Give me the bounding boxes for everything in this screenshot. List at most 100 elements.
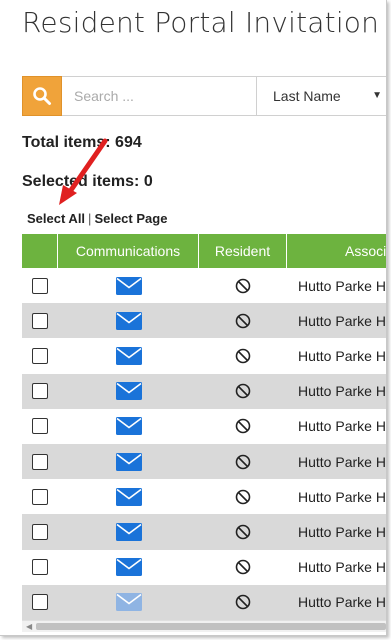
envelope-icon[interactable] xyxy=(115,417,142,436)
selection-links: Select All | Select Page xyxy=(27,211,167,226)
row-checkbox[interactable] xyxy=(32,383,48,400)
table-row[interactable]: Hutto Parke H xyxy=(22,268,386,304)
sort-select[interactable]: Last Name ▼ xyxy=(257,76,386,116)
search-input[interactable] xyxy=(62,76,257,116)
search-bar: Last Name ▼ xyxy=(22,76,386,116)
communications-cell xyxy=(58,374,199,409)
communications-cell xyxy=(58,444,199,479)
select-all-link[interactable]: Select All xyxy=(27,211,85,226)
row-checkbox-cell xyxy=(22,444,58,479)
header-checkbox-column xyxy=(22,234,58,268)
row-checkbox-cell xyxy=(22,374,58,409)
communications-cell xyxy=(58,514,199,549)
resident-cell xyxy=(199,585,287,620)
envelope-icon[interactable] xyxy=(115,346,142,365)
association-cell: Hutto Parke H xyxy=(298,594,386,611)
association-cell: Hutto Parke H xyxy=(298,523,386,540)
association-cell: Hutto Parke H xyxy=(298,488,386,505)
ban-icon xyxy=(235,348,251,364)
envelope-icon[interactable] xyxy=(115,593,142,612)
portal-frame: Resident Portal Invitation Last Name ▼ T… xyxy=(0,0,387,636)
ban-icon xyxy=(235,419,251,434)
table-row[interactable]: Hutto Parke H xyxy=(22,479,386,515)
resident-cell xyxy=(199,444,287,479)
row-checkbox[interactable] xyxy=(32,453,48,470)
association-cell: Hutto Parke H xyxy=(298,383,386,400)
envelope-icon[interactable] xyxy=(115,452,142,471)
envelope-icon[interactable] xyxy=(115,311,142,330)
envelope-icon[interactable] xyxy=(115,276,142,295)
association-cell: Hutto Parke H xyxy=(298,559,386,576)
row-checkbox-cell xyxy=(22,585,58,620)
row-checkbox[interactable] xyxy=(32,488,48,505)
association-cell: Hutto Parke H xyxy=(298,418,386,435)
row-checkbox[interactable] xyxy=(32,523,48,540)
ban-icon xyxy=(235,278,251,293)
row-checkbox[interactable] xyxy=(32,312,48,329)
ban-icon xyxy=(235,313,251,329)
row-checkbox-cell xyxy=(22,514,58,549)
association-cell: Hutto Parke H xyxy=(298,312,386,329)
communications-cell xyxy=(58,338,199,373)
table-row[interactable]: Hutto Parke H xyxy=(22,303,386,339)
resident-cell xyxy=(199,374,287,409)
envelope-icon[interactable] xyxy=(115,522,142,541)
communications-cell xyxy=(58,585,199,620)
red-arrow-annotation xyxy=(59,138,108,205)
table-body: Hutto Parke H Hutto Parke H Hutto Parke H H… xyxy=(22,268,386,620)
association-cell: Hutto Parke H xyxy=(298,347,386,364)
ban-icon xyxy=(235,383,251,399)
row-checkbox-cell xyxy=(22,268,58,303)
table-row[interactable]: Hutto Parke H xyxy=(22,549,386,585)
scroll-left-arrow-icon[interactable]: ◀ xyxy=(26,622,32,631)
row-checkbox-cell xyxy=(22,303,58,338)
scrollbar-thumb[interactable] xyxy=(36,623,386,630)
table-row[interactable]: Hutto Parke H xyxy=(22,338,386,374)
header-communications[interactable]: Communications xyxy=(58,234,199,268)
table-row[interactable]: Hutto Parke H xyxy=(22,408,386,444)
row-checkbox-cell xyxy=(22,338,58,373)
envelope-icon[interactable] xyxy=(115,487,142,506)
resident-cell xyxy=(199,409,287,444)
selection-separator: | xyxy=(88,211,92,226)
search-button[interactable] xyxy=(22,76,62,116)
header-resident[interactable]: Resident xyxy=(199,234,287,268)
table-row[interactable]: Hutto Parke H xyxy=(22,373,386,409)
row-checkbox-cell xyxy=(22,409,58,444)
select-page-link[interactable]: Select Page xyxy=(94,211,167,226)
ban-icon xyxy=(235,524,251,540)
caret-down-icon: ▼ xyxy=(372,90,382,101)
table-row[interactable]: Hutto Parke H xyxy=(22,443,386,480)
communications-cell xyxy=(58,268,199,303)
row-checkbox[interactable] xyxy=(32,347,48,364)
communications-cell xyxy=(58,409,199,444)
horizontal-scrollbar[interactable]: ◀ xyxy=(22,620,386,632)
search-icon xyxy=(33,87,51,105)
ban-icon xyxy=(235,489,251,505)
row-checkbox-cell xyxy=(22,550,58,585)
row-checkbox-cell xyxy=(22,479,58,514)
header-association[interactable]: Associ xyxy=(287,234,386,268)
resident-cell xyxy=(199,514,287,549)
row-checkbox[interactable] xyxy=(32,277,48,294)
row-checkbox[interactable] xyxy=(32,418,48,435)
envelope-icon[interactable] xyxy=(115,558,142,577)
ban-icon xyxy=(235,559,251,575)
envelope-icon[interactable] xyxy=(115,382,142,401)
resident-cell xyxy=(199,479,287,514)
table-row[interactable]: Hutto Parke H xyxy=(22,584,386,620)
resident-cell xyxy=(199,268,287,303)
resident-cell xyxy=(199,303,287,338)
communications-cell xyxy=(58,303,199,338)
resident-cell xyxy=(199,338,287,373)
table-header: Communications Resident Associ xyxy=(22,234,386,268)
communications-cell xyxy=(58,550,199,585)
ban-icon xyxy=(235,454,251,469)
row-checkbox[interactable] xyxy=(32,594,48,611)
communications-cell xyxy=(58,479,199,514)
association-cell: Hutto Parke H xyxy=(298,277,386,294)
page-title: Resident Portal Invitation xyxy=(22,6,380,39)
sort-select-value: Last Name xyxy=(273,88,341,104)
table-row[interactable]: Hutto Parke H xyxy=(22,514,386,550)
row-checkbox[interactable] xyxy=(32,559,48,576)
